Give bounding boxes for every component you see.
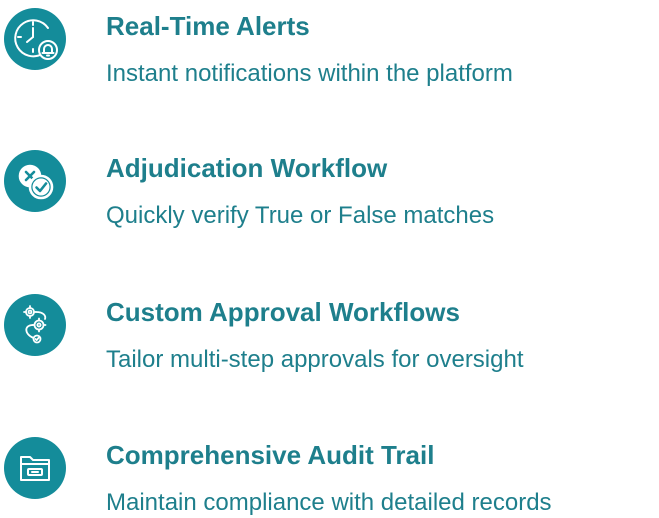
x-check-icon bbox=[4, 150, 66, 212]
gears-workflow-icon bbox=[4, 294, 66, 356]
feature-title: Adjudication Workflow bbox=[106, 153, 388, 183]
feature-title: Comprehensive Audit Trail bbox=[106, 440, 435, 470]
folder-archive-icon bbox=[4, 437, 66, 499]
feature-title: Custom Approval Workflows bbox=[106, 297, 460, 327]
alarm-clock-bell-icon bbox=[4, 8, 66, 70]
feature-adjudication-workflow: Adjudication Workflow Quickly verify Tru… bbox=[0, 142, 659, 229]
feature-custom-approval-workflows: Custom Approval Workflows Tailor multi-s… bbox=[0, 286, 659, 373]
feature-description: Instant notifications within the platfor… bbox=[106, 60, 513, 87]
feature-real-time-alerts: Real-Time Alerts Instant notifications w… bbox=[0, 0, 659, 87]
feature-description: Maintain compliance with detailed record… bbox=[106, 489, 552, 516]
feature-title: Real-Time Alerts bbox=[106, 11, 310, 41]
feature-comprehensive-audit-trail: Comprehensive Audit Trail Maintain compl… bbox=[0, 429, 659, 516]
feature-description: Tailor multi-step approvals for oversigh… bbox=[106, 346, 524, 373]
feature-description: Quickly verify True or False matches bbox=[106, 202, 495, 229]
